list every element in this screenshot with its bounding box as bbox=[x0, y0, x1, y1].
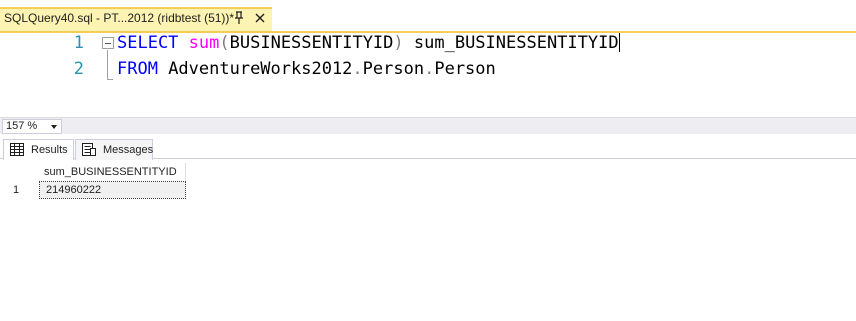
column-identifier: BUSINESSENTITYID bbox=[229, 33, 394, 53]
tab-messages-label: Messages bbox=[103, 144, 154, 156]
database-name: AdventureWorks2012 bbox=[157, 59, 353, 79]
query-editor[interactable]: 1 2 SELECT sum(BUSINESSENTITYID) sum_BUS… bbox=[0, 33, 856, 117]
collapse-outline-icon[interactable] bbox=[102, 37, 114, 49]
line-number: 2 bbox=[73, 59, 84, 79]
table-name: Person bbox=[434, 59, 496, 79]
chevron-down-icon[interactable] bbox=[51, 125, 57, 129]
document-tab-title: SQLQuery40.sql - PT...2012 (ridbtest (51… bbox=[4, 11, 235, 25]
zoom-dropdown[interactable]: 157 % bbox=[2, 119, 62, 134]
document-tab[interactable]: SQLQuery40.sql - PT...2012 (ridbtest (51… bbox=[0, 7, 272, 31]
tab-results[interactable]: Results bbox=[3, 139, 74, 160]
open-paren: ( bbox=[219, 33, 230, 53]
grid-icon bbox=[10, 143, 24, 156]
tab-messages[interactable]: Messages bbox=[75, 139, 153, 160]
column-header-label: sum_BUSINESSENTITYID bbox=[44, 166, 177, 178]
schema-name: Person bbox=[362, 59, 425, 79]
code-line-2[interactable]: FROM AdventureWorks2012.Person.Person bbox=[117, 59, 496, 79]
document-tabstrip: SQLQuery40.sql - PT...2012 (ridbtest (51… bbox=[0, 0, 856, 31]
keyword-select: SELECT bbox=[117, 33, 179, 53]
close-paren: ) bbox=[393, 33, 404, 53]
dot-separator: . bbox=[352, 59, 363, 79]
results-tabstrip: Results Messages bbox=[0, 135, 856, 160]
outline-guide bbox=[107, 50, 108, 80]
zoom-value: 157 % bbox=[6, 120, 38, 132]
keyword-from: FROM bbox=[117, 59, 158, 79]
row-header[interactable]: 1 bbox=[7, 181, 39, 199]
outline-guide-end bbox=[107, 79, 113, 80]
close-icon[interactable] bbox=[253, 11, 267, 25]
pin-icon[interactable] bbox=[232, 10, 246, 26]
column-header[interactable]: sum_BUSINESSENTITYID bbox=[39, 163, 186, 181]
grid-cell-value: 214960222 bbox=[46, 184, 102, 196]
tab-results-label: Results bbox=[31, 144, 68, 156]
column-alias: sum_BUSINESSENTITYID bbox=[403, 33, 619, 53]
dot-separator: . bbox=[424, 59, 435, 79]
messages-icon bbox=[82, 143, 96, 156]
zoom-bar: 157 % bbox=[0, 117, 856, 134]
results-grid[interactable]: sum_BUSINESSENTITYID 1 214960222 bbox=[0, 160, 856, 321]
code-line-1[interactable]: SELECT sum(BUSINESSENTITYID) sum_BUSINES… bbox=[117, 33, 620, 53]
text-caret bbox=[618, 33, 620, 52]
grid-cell[interactable]: 214960222 bbox=[39, 181, 186, 199]
line-number: 1 bbox=[73, 33, 84, 53]
row-number: 1 bbox=[13, 184, 20, 196]
function-sum: sum bbox=[188, 33, 220, 53]
grid-corner[interactable] bbox=[7, 163, 39, 181]
